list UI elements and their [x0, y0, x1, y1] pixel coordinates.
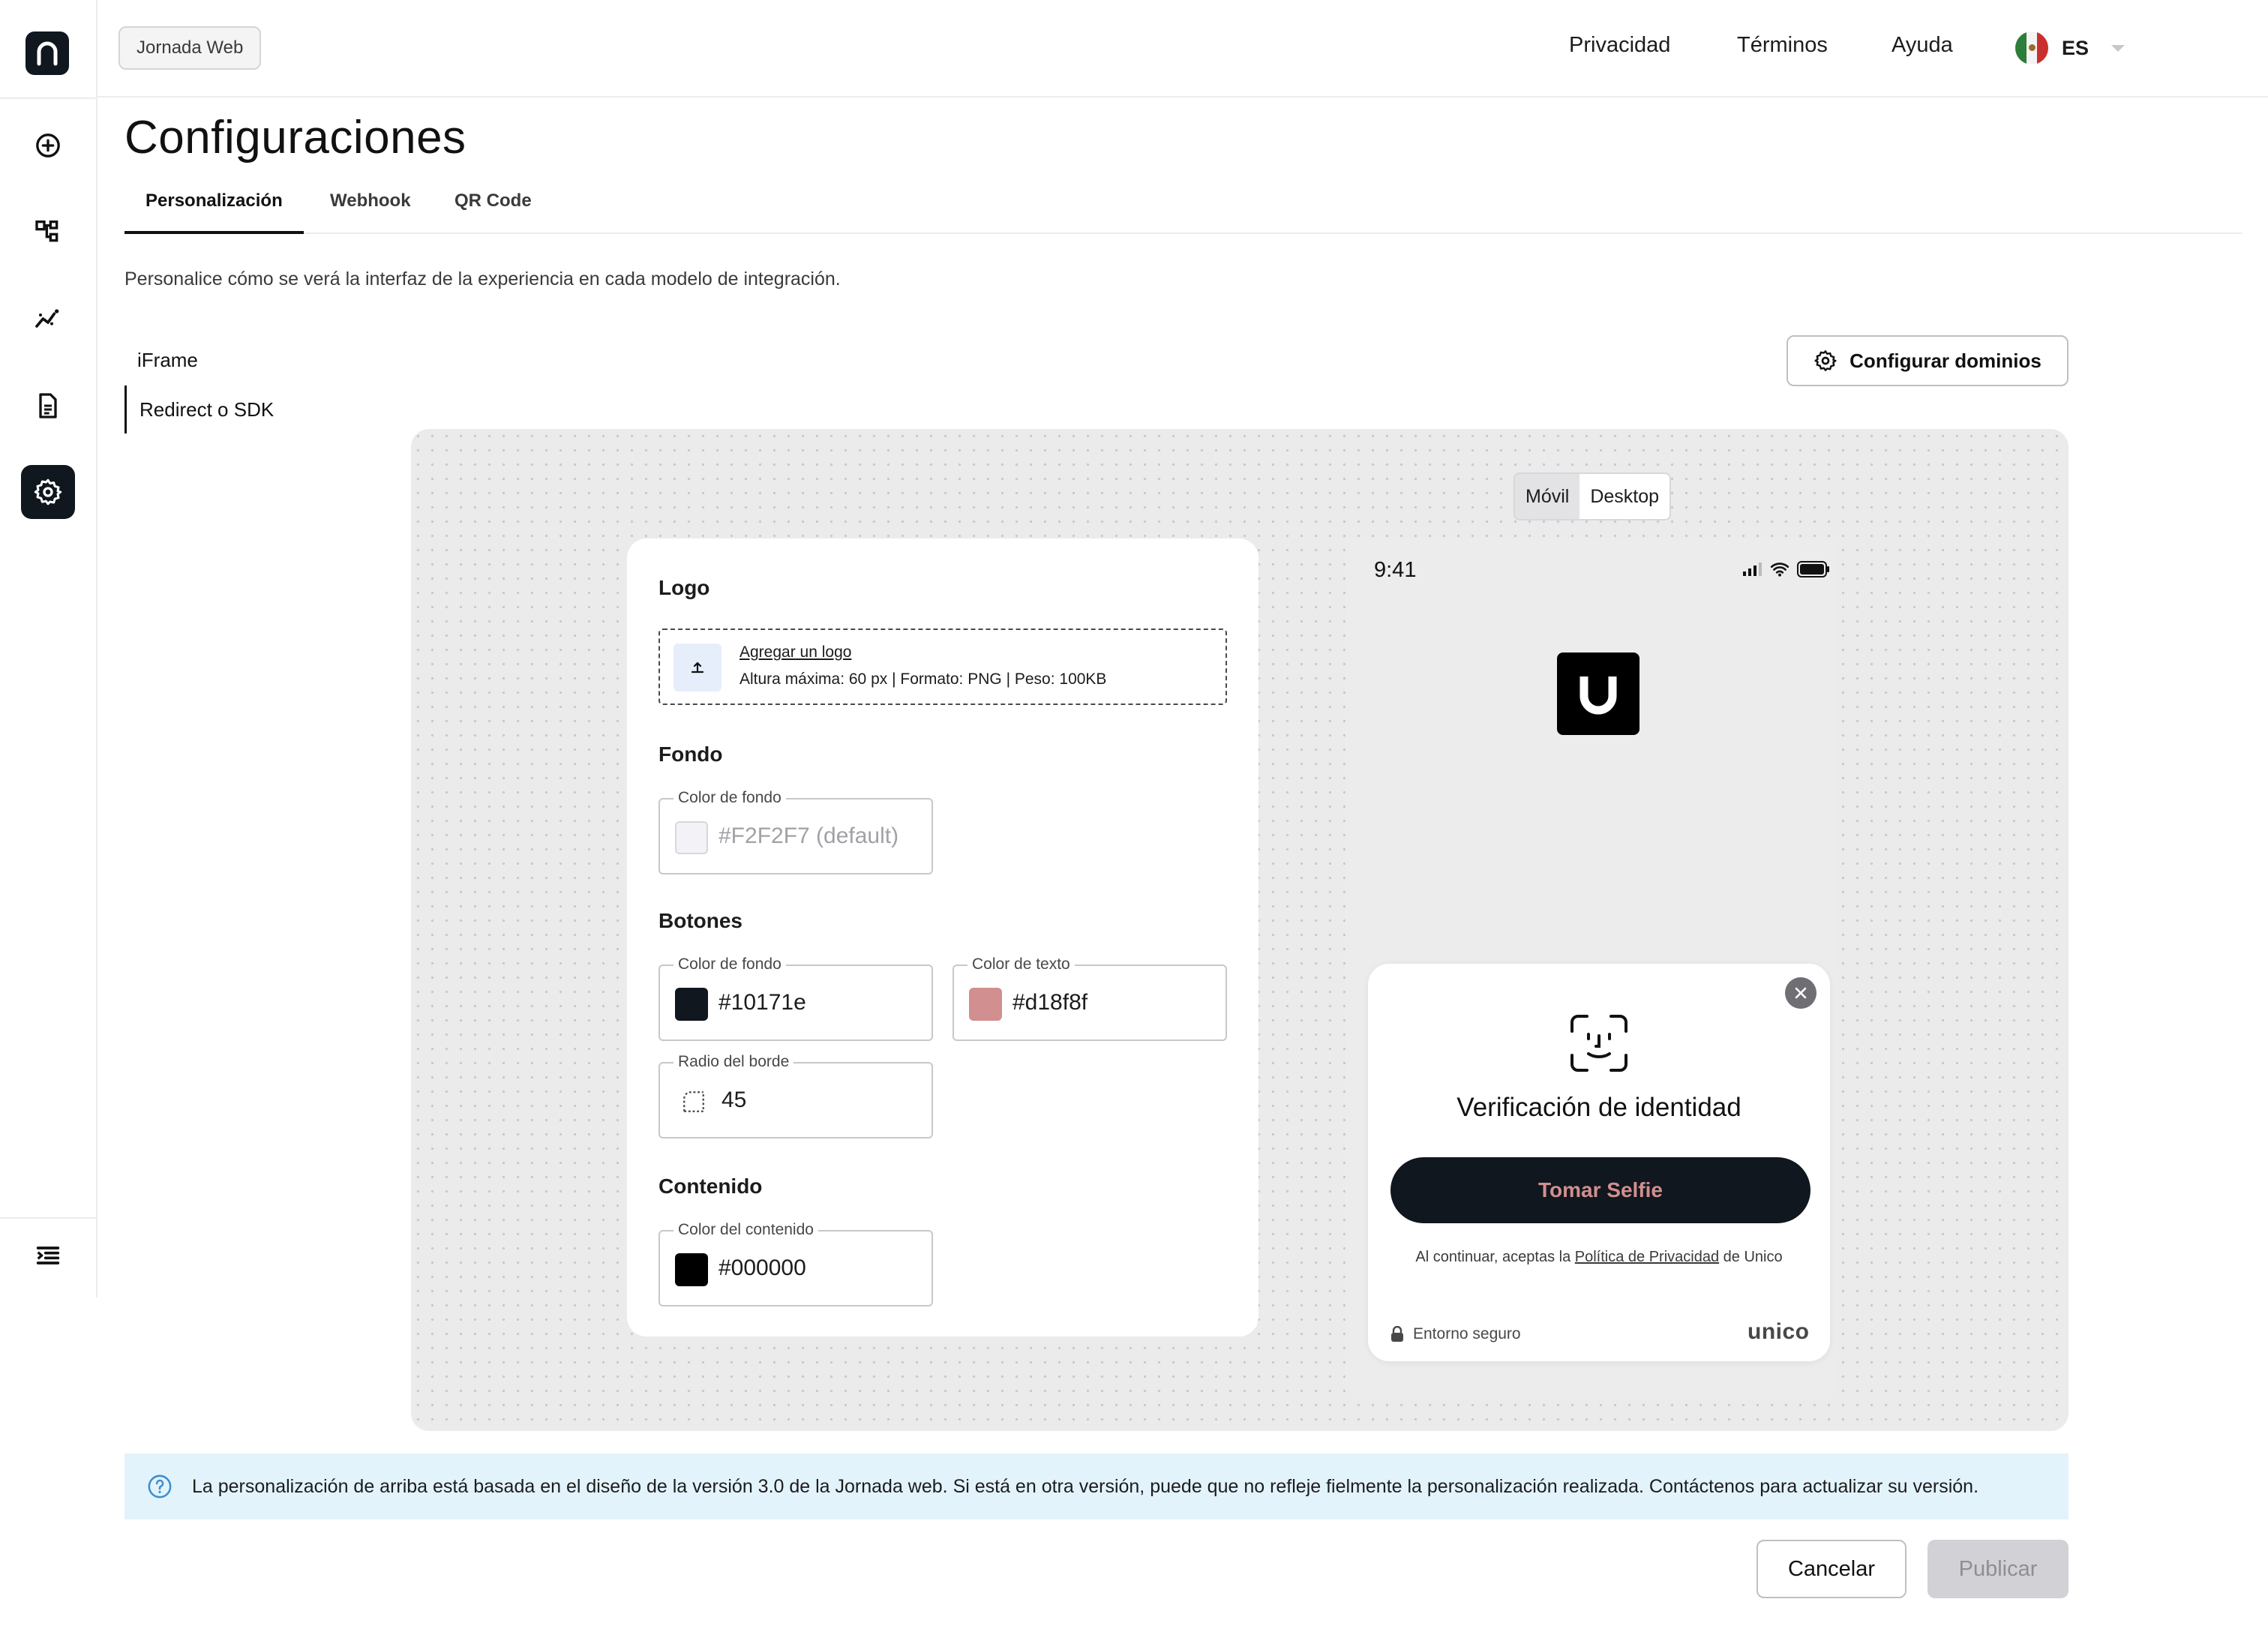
- wifi-icon: [1770, 562, 1790, 577]
- signal-icon: [1743, 562, 1762, 576]
- sidebar: [0, 0, 98, 1298]
- content-color-swatch[interactable]: [675, 1253, 708, 1286]
- gear-icon: [1814, 350, 1837, 371]
- background-section-title: Fondo: [658, 742, 723, 766]
- top-bar: Jornada Web Privacidad Términos Ayuda ES: [98, 0, 2268, 98]
- button-text-color-field[interactable]: Color de texto #d18f8f: [952, 956, 1227, 1041]
- border-radius-label: Radio del borde: [674, 1053, 794, 1071]
- sidebar-item-analytics[interactable]: [21, 292, 75, 346]
- button-text-color-swatch[interactable]: [969, 988, 1002, 1021]
- app-chip[interactable]: Jornada Web: [118, 26, 262, 70]
- background-color-value: #F2F2F7 (default): [718, 824, 899, 848]
- sheet-title: Verificación de identidad: [1456, 1093, 1742, 1122]
- collapse-menu-icon: [36, 1246, 60, 1264]
- unico-logo-icon: [1557, 652, 1640, 735]
- button-text-color-label: Color de texto: [968, 956, 1075, 974]
- background-color-label: Color de fondo: [674, 789, 786, 807]
- tab-qr-code[interactable]: QR Code: [454, 182, 532, 234]
- consent-text: Al continuar, aceptas la Política de Pri…: [1368, 1249, 1830, 1266]
- button-bg-color-swatch[interactable]: [675, 988, 708, 1021]
- unico-brand: unico: [1748, 1319, 1810, 1344]
- logo-upload-hint: Altura máxima: 60 px | Formato: PNG | Pe…: [740, 670, 1107, 688]
- tab-webhook[interactable]: Webhook: [330, 182, 411, 234]
- close-icon[interactable]: [1785, 977, 1816, 1009]
- privacy-link[interactable]: Privacidad: [1569, 33, 1670, 58]
- mexico-flag-icon: [2015, 32, 2048, 64]
- sidebar-item-documents[interactable]: [21, 379, 75, 433]
- publish-button[interactable]: Publicar: [1928, 1540, 2068, 1598]
- configure-domains-button[interactable]: Configurar dominios: [1786, 335, 2068, 386]
- preview-mode-toggle: Móvil Desktop: [1514, 472, 1672, 520]
- background-color-swatch[interactable]: [675, 821, 708, 854]
- take-selfie-button[interactable]: Tomar Selfie: [1390, 1157, 1810, 1223]
- verification-sheet: Verificación de identidad Tomar Selfie A…: [1368, 964, 1830, 1361]
- n-logo-icon[interactable]: [26, 32, 69, 75]
- buttons-section-title: Botones: [658, 909, 742, 932]
- mode-mobile-button[interactable]: Móvil: [1515, 474, 1580, 519]
- terms-link[interactable]: Términos: [1737, 33, 1828, 58]
- banner-text: La personalización de arriba está basada…: [192, 1475, 1979, 1497]
- secure-environment: Entorno seguro: [1390, 1325, 1521, 1343]
- border-radius-value: 45: [722, 1088, 747, 1112]
- version-info-banner: La personalización de arriba está basada…: [124, 1454, 2068, 1520]
- page-title: Configuraciones: [124, 112, 466, 164]
- analytics-chart-icon: [35, 309, 59, 328]
- content-color-label: Color del contenido: [674, 1221, 818, 1239]
- mobile-preview: 9:41 Verificación de identidad Tomar Sel…: [1346, 538, 1838, 1394]
- button-bg-color-value: #10171e: [718, 990, 806, 1015]
- add-circle-icon: [36, 134, 60, 158]
- secure-label: Entorno seguro: [1413, 1325, 1521, 1342]
- chevron-down-icon: [2111, 44, 2126, 52]
- settings-tabs: Personalización Webhook QR Code: [124, 182, 2242, 234]
- privacy-policy-link[interactable]: Política de Privacidad: [1575, 1249, 1719, 1265]
- sidebar-collapse-button[interactable]: [21, 1228, 75, 1282]
- sidebar-item-create[interactable]: [21, 118, 75, 172]
- integration-option-redirect-sdk[interactable]: Redirect o SDK: [124, 386, 274, 434]
- sidebar-item-flows[interactable]: [21, 205, 75, 259]
- sidebar-item-settings[interactable]: [21, 465, 75, 519]
- face-id-icon: [1568, 1012, 1630, 1078]
- settings-gear-icon: [34, 478, 62, 506]
- page-description: Personalice cómo se verá la interfaz de …: [124, 268, 841, 290]
- border-radius-field[interactable]: Radio del borde 45: [658, 1053, 933, 1138]
- content-color-field[interactable]: Color del contenido #000000: [658, 1221, 933, 1306]
- language-code: ES: [2062, 36, 2090, 59]
- consent-prefix: Al continuar, aceptas la: [1415, 1249, 1575, 1265]
- document-icon: [39, 393, 57, 418]
- background-color-field[interactable]: Color de fondo #F2F2F7 (default): [658, 789, 933, 874]
- consent-suffix: de Unico: [1719, 1249, 1783, 1265]
- battery-icon: [1797, 561, 1829, 578]
- content-color-value: #000000: [718, 1256, 806, 1280]
- content-section-title: Contenido: [658, 1174, 763, 1198]
- integration-option-iframe[interactable]: iFrame: [124, 336, 274, 384]
- logo-upload-dropzone[interactable]: Agregar un logo Altura máxima: 60 px | F…: [658, 628, 1227, 705]
- cancel-button[interactable]: Cancelar: [1756, 1540, 1906, 1598]
- language-selector[interactable]: ES: [2015, 32, 2126, 64]
- add-logo-link[interactable]: Agregar un logo: [740, 644, 851, 662]
- status-time: 9:41: [1374, 558, 1417, 582]
- button-bg-color-label: Color de fondo: [674, 956, 786, 974]
- logo-section-title: Logo: [658, 576, 710, 599]
- flow-diagram-icon: [35, 220, 58, 242]
- help-link[interactable]: Ayuda: [1892, 33, 1953, 58]
- configure-domains-label: Configurar dominios: [1850, 349, 2042, 372]
- sidebar-divider: [0, 98, 98, 99]
- tab-personalizacion[interactable]: Personalización: [124, 182, 304, 234]
- sidebar-divider: [0, 1217, 98, 1219]
- upload-icon: [674, 644, 722, 692]
- border-radius-icon: [681, 1089, 706, 1118]
- status-icons: [1743, 561, 1830, 578]
- button-text-color-value: #d18f8f: [1012, 990, 1088, 1015]
- help-circle-icon: [148, 1474, 172, 1498]
- button-bg-color-field[interactable]: Color de fondo #10171e: [658, 956, 933, 1041]
- customization-card: Logo Agregar un logo Altura máxima: 60 p…: [627, 538, 1258, 1336]
- mode-desktop-button[interactable]: Desktop: [1580, 474, 1670, 519]
- lock-icon: [1391, 1326, 1403, 1342]
